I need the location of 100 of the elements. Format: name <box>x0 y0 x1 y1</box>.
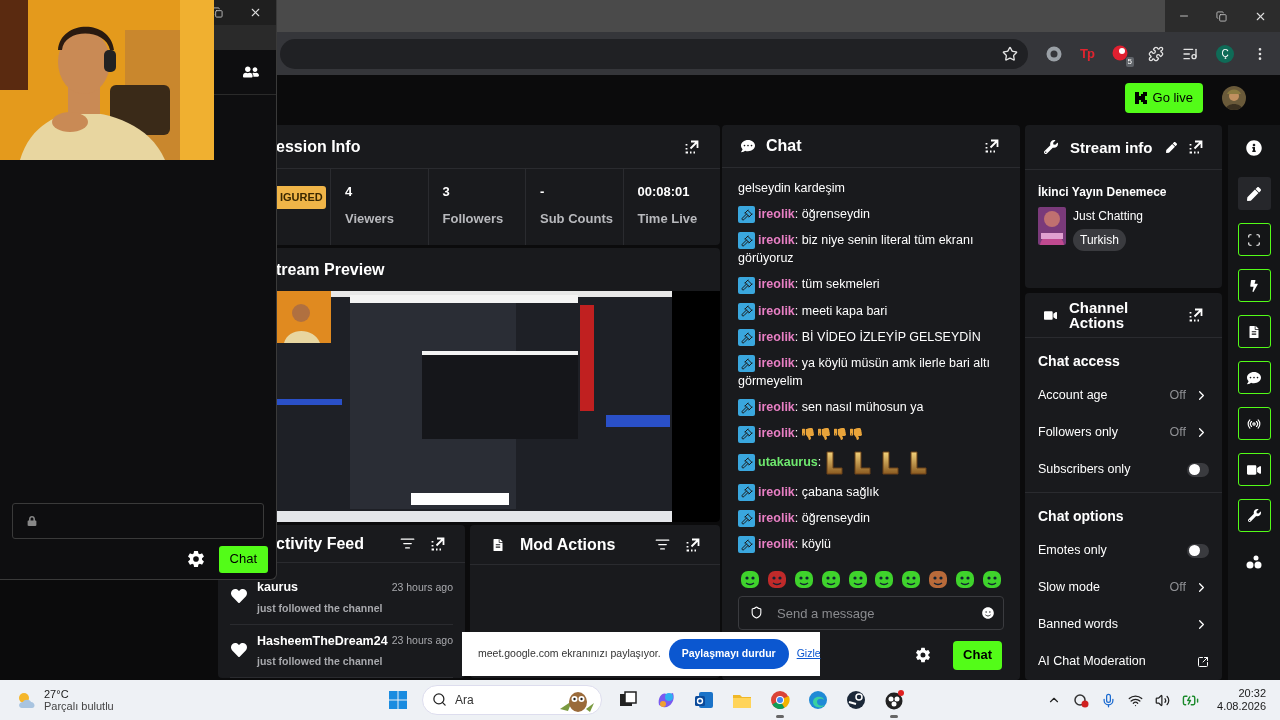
sidebar-button[interactable] <box>1237 269 1271 302</box>
microphone-icon[interactable] <box>1101 692 1117 708</box>
maximize-icon[interactable] <box>212 7 223 18</box>
username-link[interactable]: ireolik <box>758 426 795 441</box>
sidebar-button[interactable] <box>1237 499 1271 532</box>
moderator-badge-icon <box>738 206 755 224</box>
wrench-icon <box>1247 509 1261 522</box>
settings-icon[interactable] <box>915 647 932 663</box>
thumbs-down-icon <box>849 428 862 441</box>
emoji-icon[interactable] <box>982 607 994 619</box>
emote-icon[interactable] <box>955 569 975 589</box>
toggle-switch[interactable] <box>1187 543 1209 558</box>
sidebar-button[interactable] <box>1237 177 1271 210</box>
tag-chip[interactable]: Turkish <box>1073 229 1126 251</box>
extension-icon[interactable] <box>1112 44 1128 61</box>
extensions-icon[interactable] <box>1148 45 1164 62</box>
username-link[interactable]: utakaurus <box>758 454 818 469</box>
wifi-icon[interactable] <box>1128 692 1144 708</box>
toggle-switch[interactable] <box>1187 462 1209 477</box>
panel-title: ctivity Feed <box>276 533 366 554</box>
moderator-badge-icon <box>738 276 755 294</box>
emote-icon[interactable] <box>847 569 868 589</box>
stat-value: 4 <box>345 185 354 199</box>
hide-link[interactable]: Gizle <box>796 646 821 662</box>
emote-icon[interactable] <box>740 569 760 589</box>
note-icon <box>1248 325 1260 338</box>
emote-icon[interactable] <box>981 569 1002 589</box>
go-live-button[interactable]: Go live <box>1124 82 1203 113</box>
username-link[interactable]: ireolik <box>758 400 795 415</box>
setting-value: Off <box>1169 387 1186 405</box>
expand-icon[interactable] <box>685 139 699 154</box>
expand-icon[interactable] <box>1189 140 1203 154</box>
stop-sharing-button[interactable]: Paylaşmayı durdur <box>668 639 789 669</box>
external-link-icon[interactable] <box>1197 655 1209 668</box>
stat-value: 3 <box>442 185 451 199</box>
settings-icon[interactable] <box>186 550 205 568</box>
moderator-badge-icon <box>738 425 755 443</box>
chat-message: ireolik: meeti kapa bari <box>738 301 1004 320</box>
sidebar-button[interactable] <box>1237 223 1271 256</box>
filter-icon[interactable] <box>655 537 670 552</box>
username-link[interactable]: ireolik <box>758 537 795 552</box>
username-link[interactable]: ireolik <box>758 484 795 499</box>
chrome-icon[interactable] <box>769 689 791 711</box>
emote-icon[interactable] <box>793 569 814 589</box>
emote-icon[interactable] <box>820 569 841 589</box>
users-icon[interactable] <box>243 64 259 80</box>
username-link[interactable]: ireolik <box>758 207 795 221</box>
bookmark-star-icon[interactable] <box>1002 45 1019 62</box>
expand-icon[interactable] <box>1189 308 1203 322</box>
stream-title: İkinci Yayın Denemece <box>1038 184 1168 201</box>
username-link[interactable]: ireolik <box>758 233 795 248</box>
share-icon <box>1246 554 1262 569</box>
message-text: gelseydin kardeşim <box>738 180 846 197</box>
edge-icon[interactable] <box>807 689 829 711</box>
volume-icon[interactable] <box>1155 692 1171 708</box>
sidebar-button[interactable] <box>1237 453 1271 486</box>
panel-title: ession Info <box>276 136 361 157</box>
setting-label: Subscribers only <box>1038 461 1132 479</box>
setting-label: Account age <box>1038 387 1109 405</box>
username-link[interactable]: ireolik <box>758 510 795 525</box>
chat-message: ireolik: öğrenseydin <box>738 205 1004 224</box>
clock-time[interactable]: 20:32 <box>1238 687 1266 700</box>
chat-input-field[interactable] <box>12 503 264 539</box>
chat-message: ireolik: ya köylü müsün amk ilerle bari altı görmeyelim <box>738 354 992 391</box>
sidebar-button[interactable] <box>1237 361 1271 394</box>
pencil-icon[interactable] <box>1166 141 1177 153</box>
chat-message: ireolik: biz niye senin literal tüm ekranı görüyoruz <box>738 231 975 268</box>
steam-icon[interactable] <box>845 689 867 711</box>
search-icon <box>432 692 447 707</box>
moderator-badge-icon <box>738 536 755 554</box>
username-link[interactable]: ireolik <box>758 303 795 318</box>
clock-date[interactable]: 4.08.2026 <box>1217 700 1266 713</box>
expand-icon[interactable] <box>431 536 445 551</box>
shield-icon[interactable] <box>750 606 763 619</box>
expand-icon[interactable] <box>686 537 700 552</box>
profile-avatar[interactable]: Ç <box>1216 44 1234 63</box>
sidebar-button[interactable] <box>1237 315 1271 348</box>
obs-icon[interactable] <box>883 689 905 711</box>
username-link[interactable]: ireolik <box>758 329 795 344</box>
chat-send-button[interactable]: Chat <box>953 640 1002 670</box>
taskbar-search-field[interactable]: Ara <box>422 685 602 715</box>
expand-icon[interactable] <box>985 139 999 153</box>
event-time: 23 hours ago <box>391 633 453 648</box>
video-camera-icon <box>1247 462 1261 477</box>
close-icon[interactable] <box>249 6 262 19</box>
emote-icon[interactable] <box>874 569 895 589</box>
emote-icon[interactable] <box>901 569 922 589</box>
setting-label: Slow mode <box>1038 579 1101 597</box>
username-link[interactable]: ireolik <box>758 277 795 292</box>
sidebar-button[interactable] <box>1237 407 1271 440</box>
chat-send-button[interactable]: Chat <box>218 545 268 573</box>
emote-icon[interactable] <box>928 569 949 589</box>
windows-start-icon[interactable] <box>388 690 408 710</box>
username-link[interactable]: ireolik <box>758 356 795 370</box>
security-icon[interactable] <box>1073 692 1090 708</box>
emote-icon <box>908 450 927 475</box>
maximize-icon[interactable] <box>1216 10 1228 22</box>
filter-icon[interactable] <box>400 536 415 551</box>
message-field[interactable]: Send a message <box>738 596 1004 630</box>
mail-app-icon[interactable] <box>693 689 715 711</box>
